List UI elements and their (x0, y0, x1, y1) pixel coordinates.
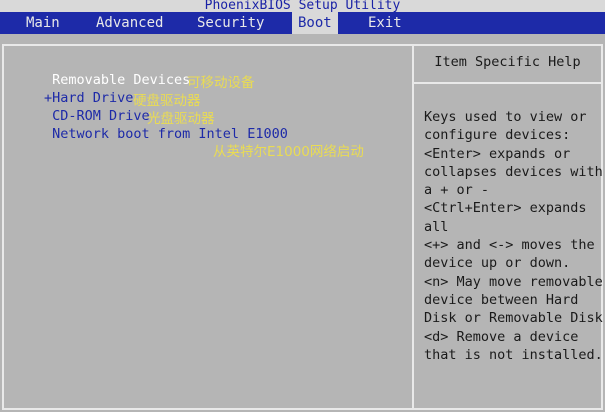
help-line: <+> and <-> moves the (424, 237, 595, 254)
menu-advanced[interactable]: Advanced (90, 12, 169, 34)
boot-item-removable-devices[interactable]: Removable Devices (44, 71, 190, 89)
help-line: configure devices: (424, 127, 571, 144)
app-title: PhoenixBIOS Setup Utility (0, 0, 605, 12)
help-line: <n> May move removable (424, 273, 603, 290)
help-line: device between Hard (424, 291, 579, 308)
help-line: that is not installed. (424, 346, 603, 363)
boot-note-removable-devices: 可移动设备 (187, 75, 255, 91)
menu-security[interactable]: Security (191, 12, 270, 34)
help-separator (414, 82, 601, 84)
boot-note-hard-drive: 硬盘驱动器 (133, 93, 201, 109)
help-line: all (424, 218, 449, 235)
boot-note-network-boot: 从英特尔E1000网络启动 (213, 144, 364, 160)
boot-note-cd-rom-drive: 光盘驱动器 (147, 111, 215, 127)
menu-bar: Main Advanced Security Boot Exit (0, 12, 605, 34)
help-title: Item Specific Help (434, 54, 581, 70)
help-line: device up or down. (424, 255, 571, 272)
help-line: <Enter> expands or (424, 145, 571, 162)
help-line: Disk or Removable Disk (424, 310, 603, 327)
help-line: a + or - (424, 182, 490, 199)
help-line: Keys used to view or (424, 109, 587, 125)
panel-divider (412, 46, 414, 408)
menu-boot[interactable]: Boot (292, 12, 338, 34)
boot-item-hard-drive[interactable]: +Hard Drive (44, 89, 133, 107)
menu-main[interactable]: Main (20, 12, 66, 34)
help-line: collapses devices with (424, 163, 603, 180)
help-line: <d> Remove a device (424, 328, 579, 345)
menu-exit[interactable]: Exit (362, 12, 408, 34)
help-line: <Ctrl+Enter> expands (424, 200, 587, 217)
help-text: Keys used to view or configure devices: … (424, 108, 604, 364)
boot-item-cd-rom-drive[interactable]: CD-ROM Drive (44, 107, 150, 125)
